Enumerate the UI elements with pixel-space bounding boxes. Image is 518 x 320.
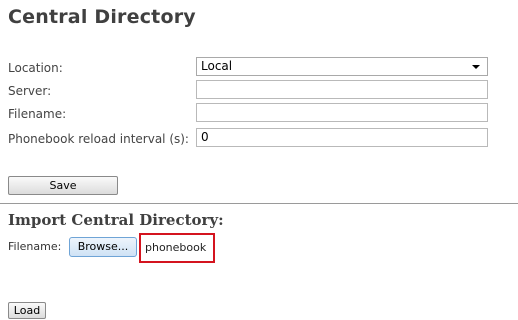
browse-button[interactable]: Browse... (69, 237, 137, 257)
reload-interval-input[interactable]: 0 (196, 128, 488, 147)
location-selected-value: Local (201, 59, 233, 73)
reload-interval-label: Phonebook reload interval (s): (8, 132, 189, 146)
location-label: Location: (8, 61, 63, 75)
import-section-title: Import Central Directory: (8, 211, 224, 229)
filename-label: Filename: (8, 107, 67, 121)
server-input[interactable] (196, 80, 488, 99)
selected-file-name: phonebook (139, 233, 215, 263)
page-title: Central Directory (8, 6, 196, 28)
filename-input[interactable] (196, 103, 488, 122)
load-button[interactable]: Load (8, 302, 46, 319)
location-select[interactable]: Local (196, 57, 488, 76)
server-label: Server: (8, 84, 52, 98)
save-button[interactable]: Save (8, 176, 118, 195)
section-divider (0, 203, 518, 204)
import-filename-label: Filename: (8, 240, 62, 253)
chevron-down-icon (472, 65, 480, 69)
